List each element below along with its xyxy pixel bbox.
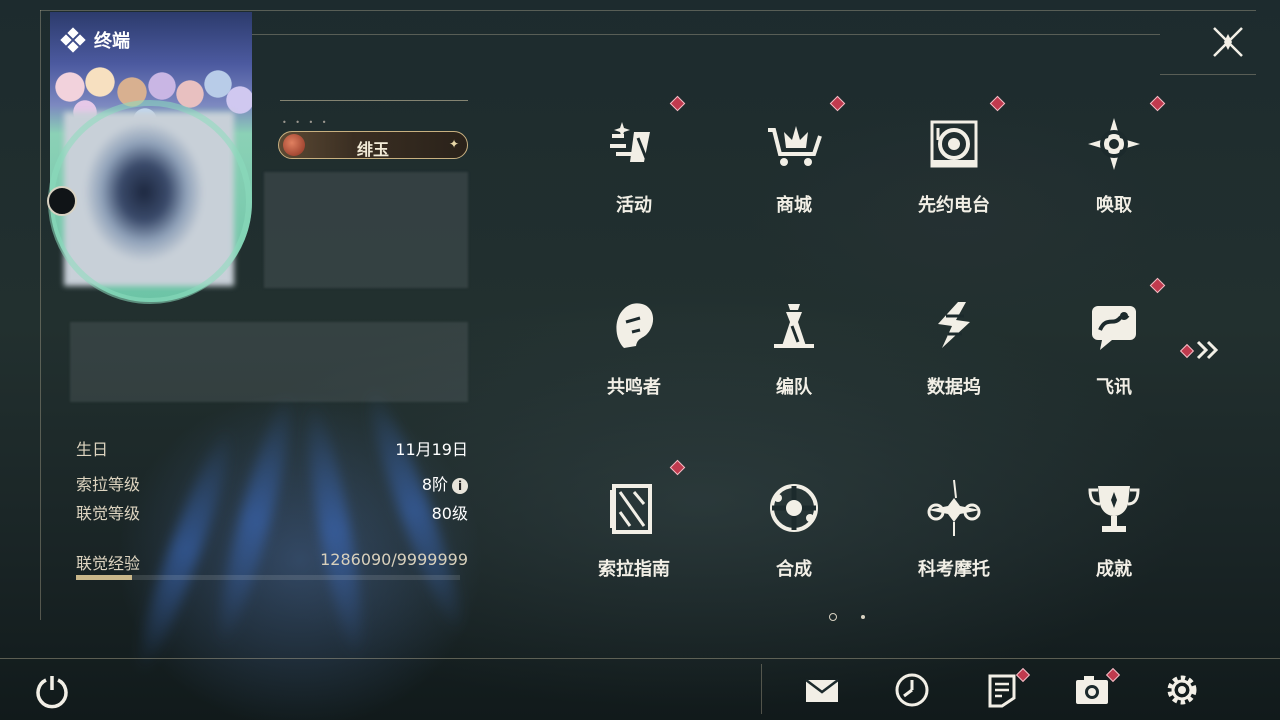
- close-x-icon: [1213, 27, 1243, 57]
- menu-item-label: 索拉指南: [598, 559, 670, 580]
- convene-icon: [1084, 114, 1144, 174]
- settings-gear-icon: [1167, 675, 1197, 705]
- bottom-divider: [0, 658, 1280, 659]
- stat-birthday: 生日 11月19日: [76, 436, 468, 459]
- page-indicator-active[interactable]: [829, 613, 837, 621]
- stat-label: 索拉等级: [76, 475, 141, 494]
- clock-icon: [895, 673, 929, 707]
- menu-item-convene[interactable]: 唤取: [1034, 92, 1194, 242]
- stat-value: 11月19日: [395, 440, 468, 459]
- page-title-text: 终端: [94, 31, 130, 52]
- menu-item-label: 飞讯: [1096, 377, 1132, 398]
- menu-item-message[interactable]: 飞讯: [1034, 274, 1194, 424]
- menu-item-label: 科考摩托: [918, 559, 990, 580]
- stat-union-level: 联觉等级 80级: [76, 500, 468, 523]
- menu-item-label: 数据坞: [927, 377, 981, 398]
- radio-icon: [924, 114, 984, 174]
- synthesis-icon: [764, 478, 824, 538]
- frame-inner-line: [250, 34, 1160, 35]
- stat-value: 1286090/9999999: [320, 550, 468, 569]
- stat-label: 联觉经验: [76, 554, 141, 573]
- power-button[interactable]: [32, 670, 72, 710]
- frame-left-line: [40, 10, 41, 620]
- badge-dot: [669, 95, 686, 112]
- menu-item-label: 唤取: [1096, 195, 1132, 216]
- clock-button[interactable]: [892, 670, 932, 710]
- menu-item-label: 成就: [1096, 559, 1132, 580]
- terminal-diamond-icon: [60, 27, 86, 53]
- badge-dot: [669, 459, 686, 476]
- name-divider: [280, 100, 468, 101]
- menu-item-label: 编队: [776, 377, 812, 398]
- stat-union-exp: 联觉经验 1286090/9999999: [76, 550, 468, 573]
- page-indicator[interactable]: [861, 615, 865, 619]
- bottom-vertical-divider: [761, 664, 762, 714]
- double-chevron-right-icon: [1196, 340, 1219, 360]
- stat-value: 80级: [431, 504, 468, 523]
- team-icon: [764, 296, 824, 356]
- sparkle-icon: ✦: [448, 137, 459, 151]
- decor-dots: • • • •: [282, 118, 330, 127]
- menu-item-team[interactable]: 编队: [714, 274, 874, 424]
- player-name-badge[interactable]: 绯玉 ✦: [278, 131, 468, 159]
- camera-button[interactable]: [1072, 667, 1121, 710]
- settings-gear-button[interactable]: [1162, 670, 1202, 710]
- menu-item-event[interactable]: 活动: [554, 92, 714, 242]
- guide-icon: [604, 478, 664, 538]
- menu-item-guide[interactable]: 索拉指南: [554, 456, 714, 606]
- badge-dot: [1149, 277, 1166, 294]
- menu-item-synthesis[interactable]: 合成: [714, 456, 874, 606]
- avatar-orb: [47, 186, 77, 216]
- badge-dot: [1149, 95, 1166, 112]
- menu-item-resonator[interactable]: 共鸣者: [554, 274, 714, 424]
- stat-sola-level: 索拉等级 8阶 i: [76, 471, 468, 495]
- page-title: 终端: [60, 27, 130, 53]
- exp-progress-fill: [76, 575, 133, 580]
- menu-item-trophy[interactable]: 成就: [1034, 456, 1194, 606]
- menu-item-label: 活动: [616, 195, 652, 216]
- stat-label: 生日: [76, 440, 109, 459]
- next-page-button[interactable]: [1179, 338, 1224, 362]
- exp-progress-bar: [76, 575, 460, 580]
- mail-button[interactable]: [802, 670, 842, 710]
- badge-dot: [829, 95, 846, 112]
- shop-icon: [764, 114, 824, 174]
- badge-dot: [1179, 343, 1195, 359]
- mail-icon: [805, 679, 839, 702]
- blurred-id-panel: [70, 322, 468, 402]
- avatar-ring: [48, 100, 252, 304]
- notice-button[interactable]: [982, 667, 1031, 710]
- menu-item-label: 共鸣者: [607, 377, 661, 398]
- stat-value-group: 8阶 i: [422, 471, 468, 495]
- menu-item-data-bank[interactable]: 数据坞: [874, 274, 1034, 424]
- menu-item-motorcycle[interactable]: 科考摩托: [874, 456, 1034, 606]
- resonator-icon: [604, 296, 664, 356]
- close-button[interactable]: [1210, 24, 1246, 60]
- stat-label: 联觉等级: [76, 504, 141, 523]
- badge-dot: [989, 95, 1006, 112]
- blurred-signature: [264, 172, 468, 288]
- power-icon: [36, 676, 68, 709]
- menu-item-label: 先约电台: [918, 195, 990, 216]
- menu-item-label: 合成: [776, 559, 812, 580]
- menu-item-radio[interactable]: 先约电台: [874, 92, 1034, 242]
- stat-value: 8阶: [421, 475, 448, 494]
- menu-item-shop[interactable]: 商城: [714, 92, 874, 242]
- message-icon: [1084, 296, 1144, 356]
- frame-top-line: [40, 10, 1256, 11]
- event-icon: [604, 114, 664, 174]
- menu-item-label: 商城: [776, 195, 812, 216]
- player-name: 绯玉: [356, 140, 389, 159]
- data-bank-icon: [924, 296, 984, 356]
- motorcycle-icon: [924, 478, 984, 538]
- info-icon[interactable]: i: [452, 478, 468, 494]
- trophy-icon: [1084, 478, 1144, 538]
- frame-right-line: [1160, 74, 1256, 75]
